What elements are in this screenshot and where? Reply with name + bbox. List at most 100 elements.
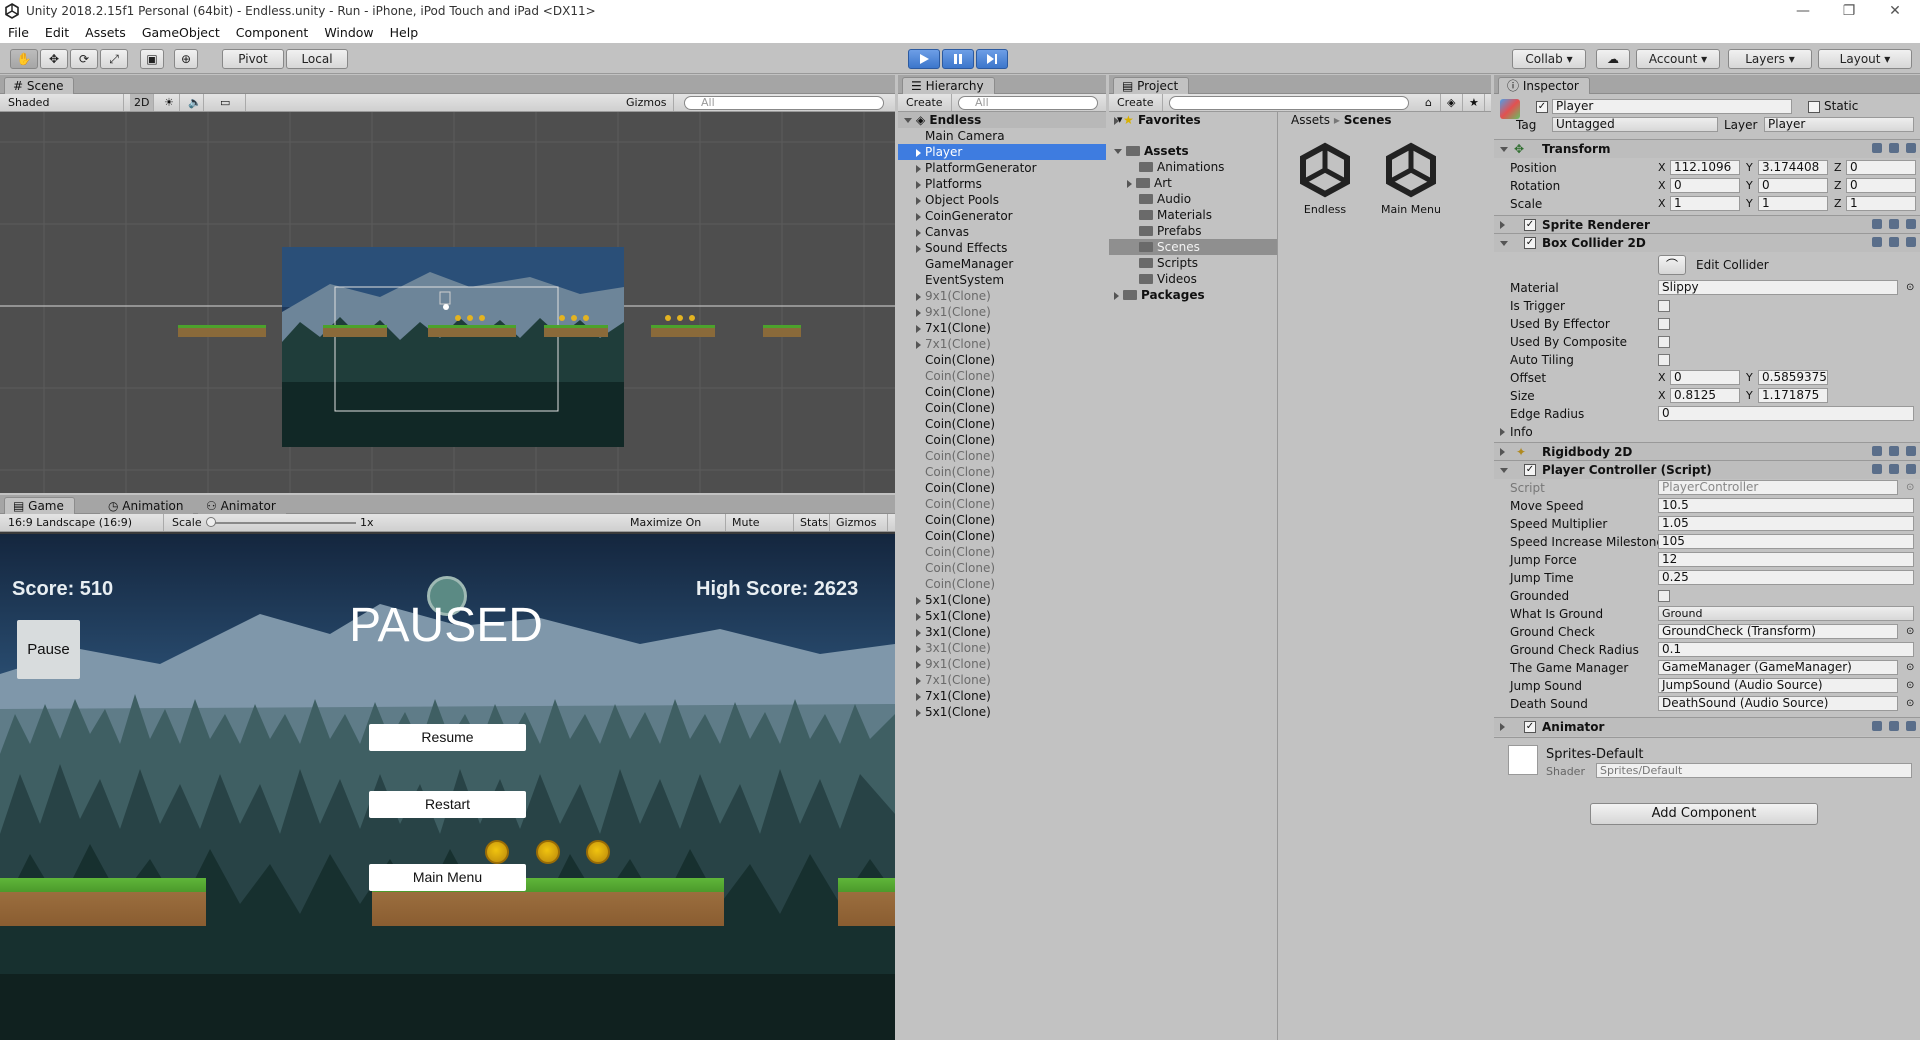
hierarchy-item[interactable]: PlatformGenerator bbox=[898, 160, 1106, 176]
object-picker-icon[interactable]: ⊙ bbox=[1906, 479, 1914, 497]
shading-dropdown[interactable]: Shaded bbox=[4, 94, 124, 111]
hierarchy-item[interactable]: Coin(Clone) bbox=[898, 560, 1106, 576]
auto-tiling-checkbox[interactable] bbox=[1658, 354, 1670, 366]
component-rigidbody-2d[interactable]: ✦ Rigidbody 2D bbox=[1494, 442, 1920, 461]
hierarchy-item[interactable]: Coin(Clone) bbox=[898, 464, 1106, 480]
object-picker-icon[interactable]: ⊙ bbox=[1906, 623, 1914, 641]
transform-rotation-z-field[interactable]: 0 bbox=[1846, 178, 1916, 193]
hierarchy-item[interactable]: 9x1(Clone) bbox=[898, 288, 1106, 304]
transform-scale-x-field[interactable]: 1 bbox=[1670, 196, 1740, 211]
game-gizmos-dropdown[interactable]: Gizmos bbox=[832, 514, 888, 531]
menu-gameobject[interactable]: GameObject bbox=[134, 25, 228, 40]
chevron-right-icon[interactable] bbox=[916, 628, 921, 637]
transform-position-x-field[interactable]: 112.1096 bbox=[1670, 160, 1740, 175]
chevron-right-icon[interactable] bbox=[916, 212, 921, 221]
image-effects-icon[interactable]: ▭ bbox=[216, 94, 246, 111]
move-tool-icon[interactable]: ✥ bbox=[40, 49, 68, 69]
hierarchy-item[interactable]: Coin(Clone) bbox=[898, 384, 1106, 400]
hierarchy-item[interactable]: Coin(Clone) bbox=[898, 368, 1106, 384]
chevron-right-icon[interactable] bbox=[916, 612, 921, 621]
chevron-down-icon[interactable] bbox=[1500, 147, 1508, 152]
hand-tool-icon[interactable]: ✋ bbox=[10, 49, 38, 69]
menu-file[interactable]: File bbox=[0, 25, 37, 40]
resume-button[interactable]: Resume bbox=[369, 724, 526, 751]
chevron-right-icon[interactable] bbox=[1114, 116, 1119, 125]
audio-icon[interactable]: 🔈 bbox=[184, 94, 204, 111]
hierarchy-item[interactable]: Coin(Clone) bbox=[898, 544, 1106, 560]
chevron-right-icon[interactable] bbox=[916, 340, 921, 349]
chevron-down-icon[interactable] bbox=[1500, 468, 1508, 473]
project-packages[interactable]: Packages bbox=[1109, 287, 1277, 303]
menu-component[interactable]: Component bbox=[228, 25, 317, 40]
collider-offset-y-field[interactable]: 0.5859375 bbox=[1758, 370, 1828, 385]
menu-assets[interactable]: Assets bbox=[77, 25, 134, 40]
chevron-right-icon[interactable] bbox=[1127, 179, 1132, 188]
minimize-icon[interactable]: — bbox=[1780, 0, 1826, 22]
hierarchy-item[interactable]: Main Camera bbox=[898, 128, 1106, 144]
hierarchy-item[interactable]: Platforms bbox=[898, 176, 1106, 192]
object-picker-icon[interactable]: ⊙ bbox=[1906, 695, 1914, 713]
hierarchy-item[interactable]: Coin(Clone) bbox=[898, 352, 1106, 368]
chevron-right-icon[interactable] bbox=[916, 164, 921, 173]
filter-type-icon[interactable]: ⌂ bbox=[1421, 94, 1441, 111]
chevron-right-icon[interactable] bbox=[916, 708, 921, 717]
component-actions[interactable] bbox=[1872, 143, 1916, 155]
collider-size-y-field[interactable]: 1.171875 bbox=[1758, 388, 1828, 403]
maximize-on-play-toggle[interactable]: Maximize On Play bbox=[626, 514, 726, 546]
chevron-right-icon[interactable] bbox=[916, 308, 921, 317]
component-actions[interactable] bbox=[1872, 464, 1916, 476]
menu-window[interactable]: Window bbox=[316, 25, 381, 40]
hierarchy-item[interactable]: EventSystem bbox=[898, 272, 1106, 288]
tab-animation[interactable]: ◷ Animation bbox=[100, 498, 194, 515]
static-checkbox[interactable] bbox=[1808, 101, 1820, 113]
collider-material-field[interactable]: Slippy bbox=[1658, 280, 1898, 295]
layers-dropdown[interactable]: Layers ▾ bbox=[1728, 49, 1812, 69]
component-actions[interactable] bbox=[1872, 237, 1916, 249]
account-dropdown[interactable]: Account ▾ bbox=[1636, 49, 1720, 69]
component-box-collider-2d[interactable]: ✓ Box Collider 2D bbox=[1494, 233, 1920, 252]
tab-hierarchy[interactable]: ☰ Hierarchy bbox=[902, 77, 995, 94]
chevron-right-icon[interactable] bbox=[1114, 291, 1119, 300]
hierarchy-item[interactable]: 7x1(Clone) bbox=[898, 688, 1106, 704]
tab-scene[interactable]: # Scene bbox=[4, 77, 75, 94]
pivot-button[interactable]: Pivot bbox=[222, 49, 284, 69]
hierarchy-item[interactable]: Coin(Clone) bbox=[898, 512, 1106, 528]
chevron-right-icon[interactable] bbox=[1500, 221, 1505, 229]
pc-script-field[interactable]: PlayerController bbox=[1658, 480, 1898, 495]
hierarchy-item[interactable]: Coin(Clone) bbox=[898, 416, 1106, 432]
pc-jump-force-field[interactable]: 12 bbox=[1658, 552, 1914, 567]
hierarchy-create-dropdown[interactable]: Create ▾ bbox=[902, 94, 952, 126]
game-view[interactable]: Score: 510 High Score: 2623 Pause PAUSED… bbox=[0, 534, 895, 1040]
chevron-right-icon[interactable] bbox=[916, 324, 921, 333]
grounded-checkbox[interactable] bbox=[1658, 590, 1670, 602]
close-icon[interactable]: ✕ bbox=[1872, 0, 1918, 22]
pc-death-sound-field[interactable]: DeathSound (Audio Source) bbox=[1658, 696, 1898, 711]
filter-label-icon[interactable]: ◈ bbox=[1443, 94, 1463, 111]
tab-project[interactable]: ▤ Project bbox=[1113, 77, 1190, 94]
hierarchy-item[interactable]: 5x1(Clone) bbox=[898, 592, 1106, 608]
layer-dropdown[interactable]: Player bbox=[1764, 117, 1914, 132]
transform-scale-y-field[interactable]: 1 bbox=[1758, 196, 1828, 211]
chevron-down-icon[interactable] bbox=[904, 118, 912, 123]
restart-button[interactable]: Restart bbox=[369, 791, 526, 818]
pc-speed-increase-milestone-field[interactable]: 105 bbox=[1658, 534, 1914, 549]
asset-main-menu-scene[interactable]: Main Menu bbox=[1381, 140, 1441, 216]
scene-search-input[interactable]: All bbox=[684, 96, 884, 110]
play-button[interactable] bbox=[908, 49, 940, 69]
hierarchy-item[interactable]: 7x1(Clone) bbox=[898, 672, 1106, 688]
project-folder-scenes[interactable]: Scenes bbox=[1109, 239, 1277, 255]
pc-the-game-manager-field[interactable]: GameManager (GameManager) bbox=[1658, 660, 1898, 675]
object-picker-icon[interactable]: ⊙ bbox=[1906, 677, 1914, 695]
tab-animator[interactable]: ⚇ Animator bbox=[198, 498, 286, 515]
chevron-right-icon[interactable] bbox=[1500, 428, 1505, 436]
project-favorites[interactable]: ★ Favorites bbox=[1109, 112, 1277, 128]
restore-icon[interactable]: ❐ bbox=[1826, 0, 1872, 22]
tab-inspector[interactable]: ⓘ Inspector bbox=[1498, 77, 1590, 94]
object-picker-icon[interactable]: ⊙ bbox=[1906, 279, 1914, 297]
project-folder-animations[interactable]: Animations bbox=[1109, 159, 1277, 175]
asset-endless-scene[interactable]: Endless bbox=[1295, 140, 1355, 216]
pc-move-speed-field[interactable]: 10.5 bbox=[1658, 498, 1914, 513]
player-controller-enabled-checkbox[interactable]: ✓ bbox=[1524, 464, 1536, 476]
chevron-right-icon[interactable] bbox=[916, 180, 921, 189]
chevron-down-icon[interactable] bbox=[1500, 241, 1508, 246]
